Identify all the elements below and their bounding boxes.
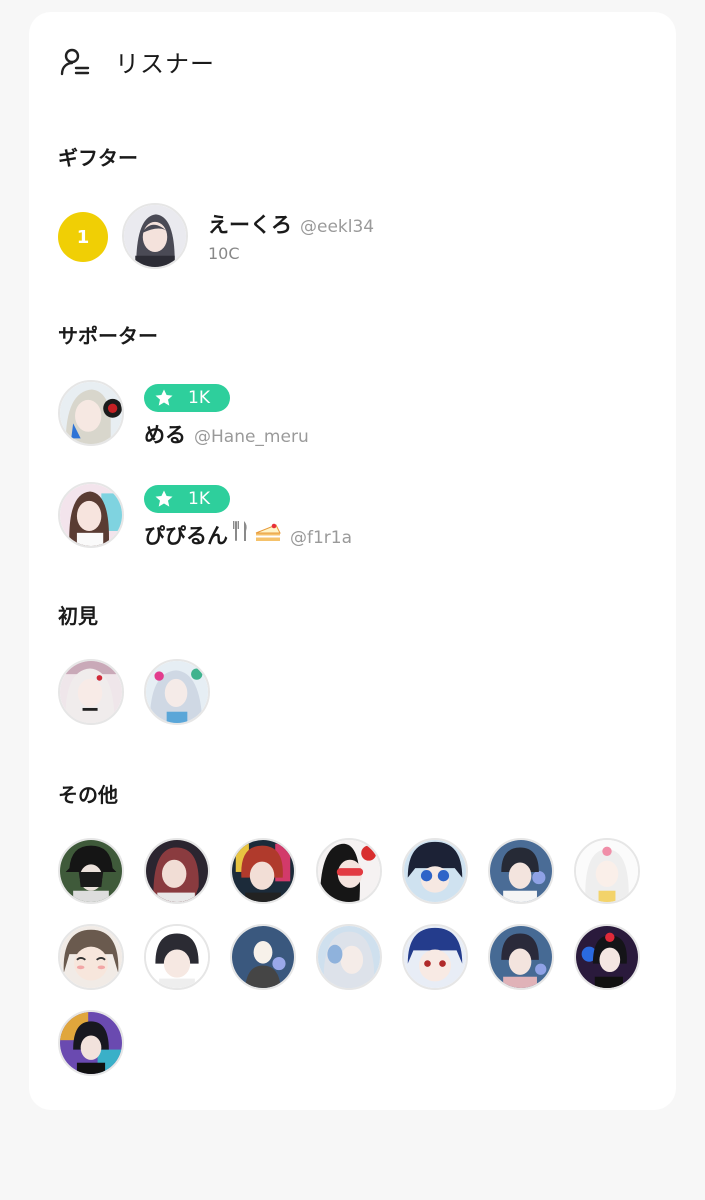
rank-badge: 1 bbox=[58, 212, 108, 262]
avatar-other-12[interactable] bbox=[402, 924, 468, 990]
section-title-others: その他 bbox=[58, 783, 118, 807]
user-handle: @Hane_meru bbox=[194, 427, 309, 447]
listener-card: リスナー ギフター 1 えーくろ @eekl34 10C サポーター 1K める… bbox=[29, 12, 676, 1110]
section-title-gifter: ギフター bbox=[58, 146, 138, 170]
avatar-first-1[interactable] bbox=[58, 659, 124, 725]
star-icon bbox=[155, 490, 173, 507]
level-value: 1K bbox=[188, 489, 210, 509]
avatar-other-5[interactable] bbox=[402, 838, 468, 904]
avatar-other-3[interactable] bbox=[230, 838, 296, 904]
user-handle: @f1r1a bbox=[290, 528, 353, 548]
avatar-other-13[interactable] bbox=[488, 924, 554, 990]
avatar-eekl34[interactable] bbox=[122, 203, 188, 269]
level-value: 1K bbox=[188, 388, 210, 408]
listener-header: リスナー bbox=[59, 44, 215, 79]
level-badge: 1K bbox=[144, 384, 230, 412]
avatar-other-15[interactable] bbox=[58, 1010, 124, 1076]
avatar-other-14[interactable] bbox=[574, 924, 640, 990]
avatar-other-1[interactable] bbox=[58, 838, 124, 904]
user-name[interactable]: えーくろ bbox=[208, 209, 292, 239]
avatar-hane-meru[interactable] bbox=[58, 380, 124, 446]
avatar-other-4[interactable] bbox=[316, 838, 382, 904]
avatar-other-9[interactable] bbox=[144, 924, 210, 990]
user-list-icon bbox=[60, 48, 90, 75]
user-name[interactable]: ぴぴるん bbox=[144, 520, 228, 550]
user-name[interactable]: める bbox=[144, 419, 186, 449]
cake-icon bbox=[255, 523, 281, 541]
avatar-f1r1a[interactable] bbox=[58, 482, 124, 548]
avatar-other-8[interactable] bbox=[58, 924, 124, 990]
avatar-first-2[interactable] bbox=[144, 659, 210, 725]
avatar-other-11[interactable] bbox=[316, 924, 382, 990]
section-title-supporter: サポーター bbox=[58, 324, 158, 348]
section-title-first-time: 初見 bbox=[58, 604, 98, 628]
star-icon bbox=[155, 389, 173, 406]
avatar-other-2[interactable] bbox=[144, 838, 210, 904]
gifter-name-line: えーくろ @eekl34 bbox=[208, 209, 374, 239]
coin-amount: 10C bbox=[208, 244, 240, 263]
fork-knife-icon bbox=[233, 521, 247, 541]
level-badge: 1K bbox=[144, 485, 230, 513]
page-title: リスナー bbox=[115, 50, 215, 78]
avatar-other-7[interactable] bbox=[574, 838, 640, 904]
avatar-other-10[interactable] bbox=[230, 924, 296, 990]
avatar-other-6[interactable] bbox=[488, 838, 554, 904]
supporter-name-line: める @Hane_meru bbox=[144, 419, 309, 449]
user-handle: @eekl34 bbox=[300, 217, 375, 237]
supporter-name-line: ぴぴるん @f1r1a bbox=[144, 519, 352, 550]
